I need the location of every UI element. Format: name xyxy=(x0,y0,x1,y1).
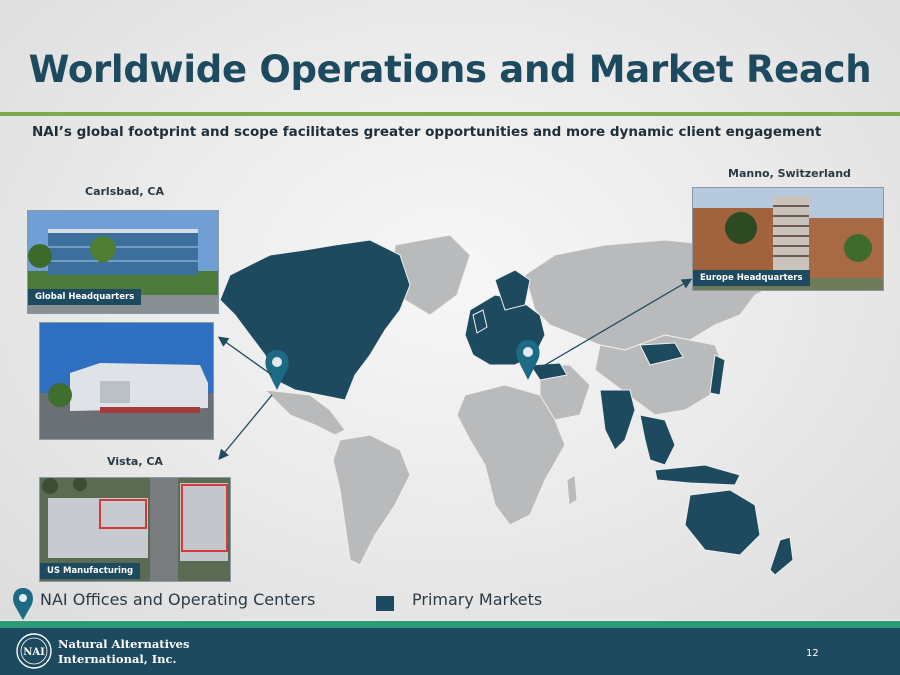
new-zealand-region xyxy=(769,536,794,576)
carlsbad-photo: Global Headquarters xyxy=(27,210,219,314)
legend-markets: Primary Markets xyxy=(412,590,543,609)
logo-text: NAI xyxy=(23,647,45,658)
carlsbad-building-photo xyxy=(39,322,214,440)
title-divider xyxy=(0,112,900,116)
manno-photo: Europe Headquarters xyxy=(692,187,884,291)
manno-label: Manno, Switzerland xyxy=(728,167,851,180)
legend-offices: NAI Offices and Operating Centers xyxy=(40,590,316,609)
madagascar-region xyxy=(566,474,578,506)
legend-market-swatch xyxy=(376,596,394,611)
vista-photo: US Manufacturing xyxy=(39,477,231,582)
company-name-line2: International, Inc. xyxy=(58,652,177,666)
carlsbad-caption: Global Headquarters xyxy=(28,289,142,305)
slide-title: Worldwide Operations and Market Reach xyxy=(28,48,872,91)
vista-label: Vista, CA xyxy=(107,455,163,468)
indonesia-region xyxy=(654,464,741,486)
map-pin-icon xyxy=(13,588,33,620)
vista-caption: US Manufacturing xyxy=(40,563,141,579)
carlsbad-label: Carlsbad, CA xyxy=(85,185,165,198)
southeast-asia-region xyxy=(639,414,676,466)
company-name: Natural Alternatives International, Inc. xyxy=(58,637,189,667)
india-region xyxy=(599,389,636,451)
company-name-line1: Natural Alternatives xyxy=(58,637,190,651)
north-america-region xyxy=(219,239,411,401)
footer-divider xyxy=(0,621,900,628)
south-america-region xyxy=(332,434,411,566)
nai-logo-icon: NAI xyxy=(16,633,52,669)
slide-subtitle: NAI’s global footprint and scope facilit… xyxy=(32,124,822,140)
australia-region xyxy=(684,489,761,556)
page-number: 12 xyxy=(806,648,819,659)
manno-caption: Europe Headquarters xyxy=(693,270,810,286)
